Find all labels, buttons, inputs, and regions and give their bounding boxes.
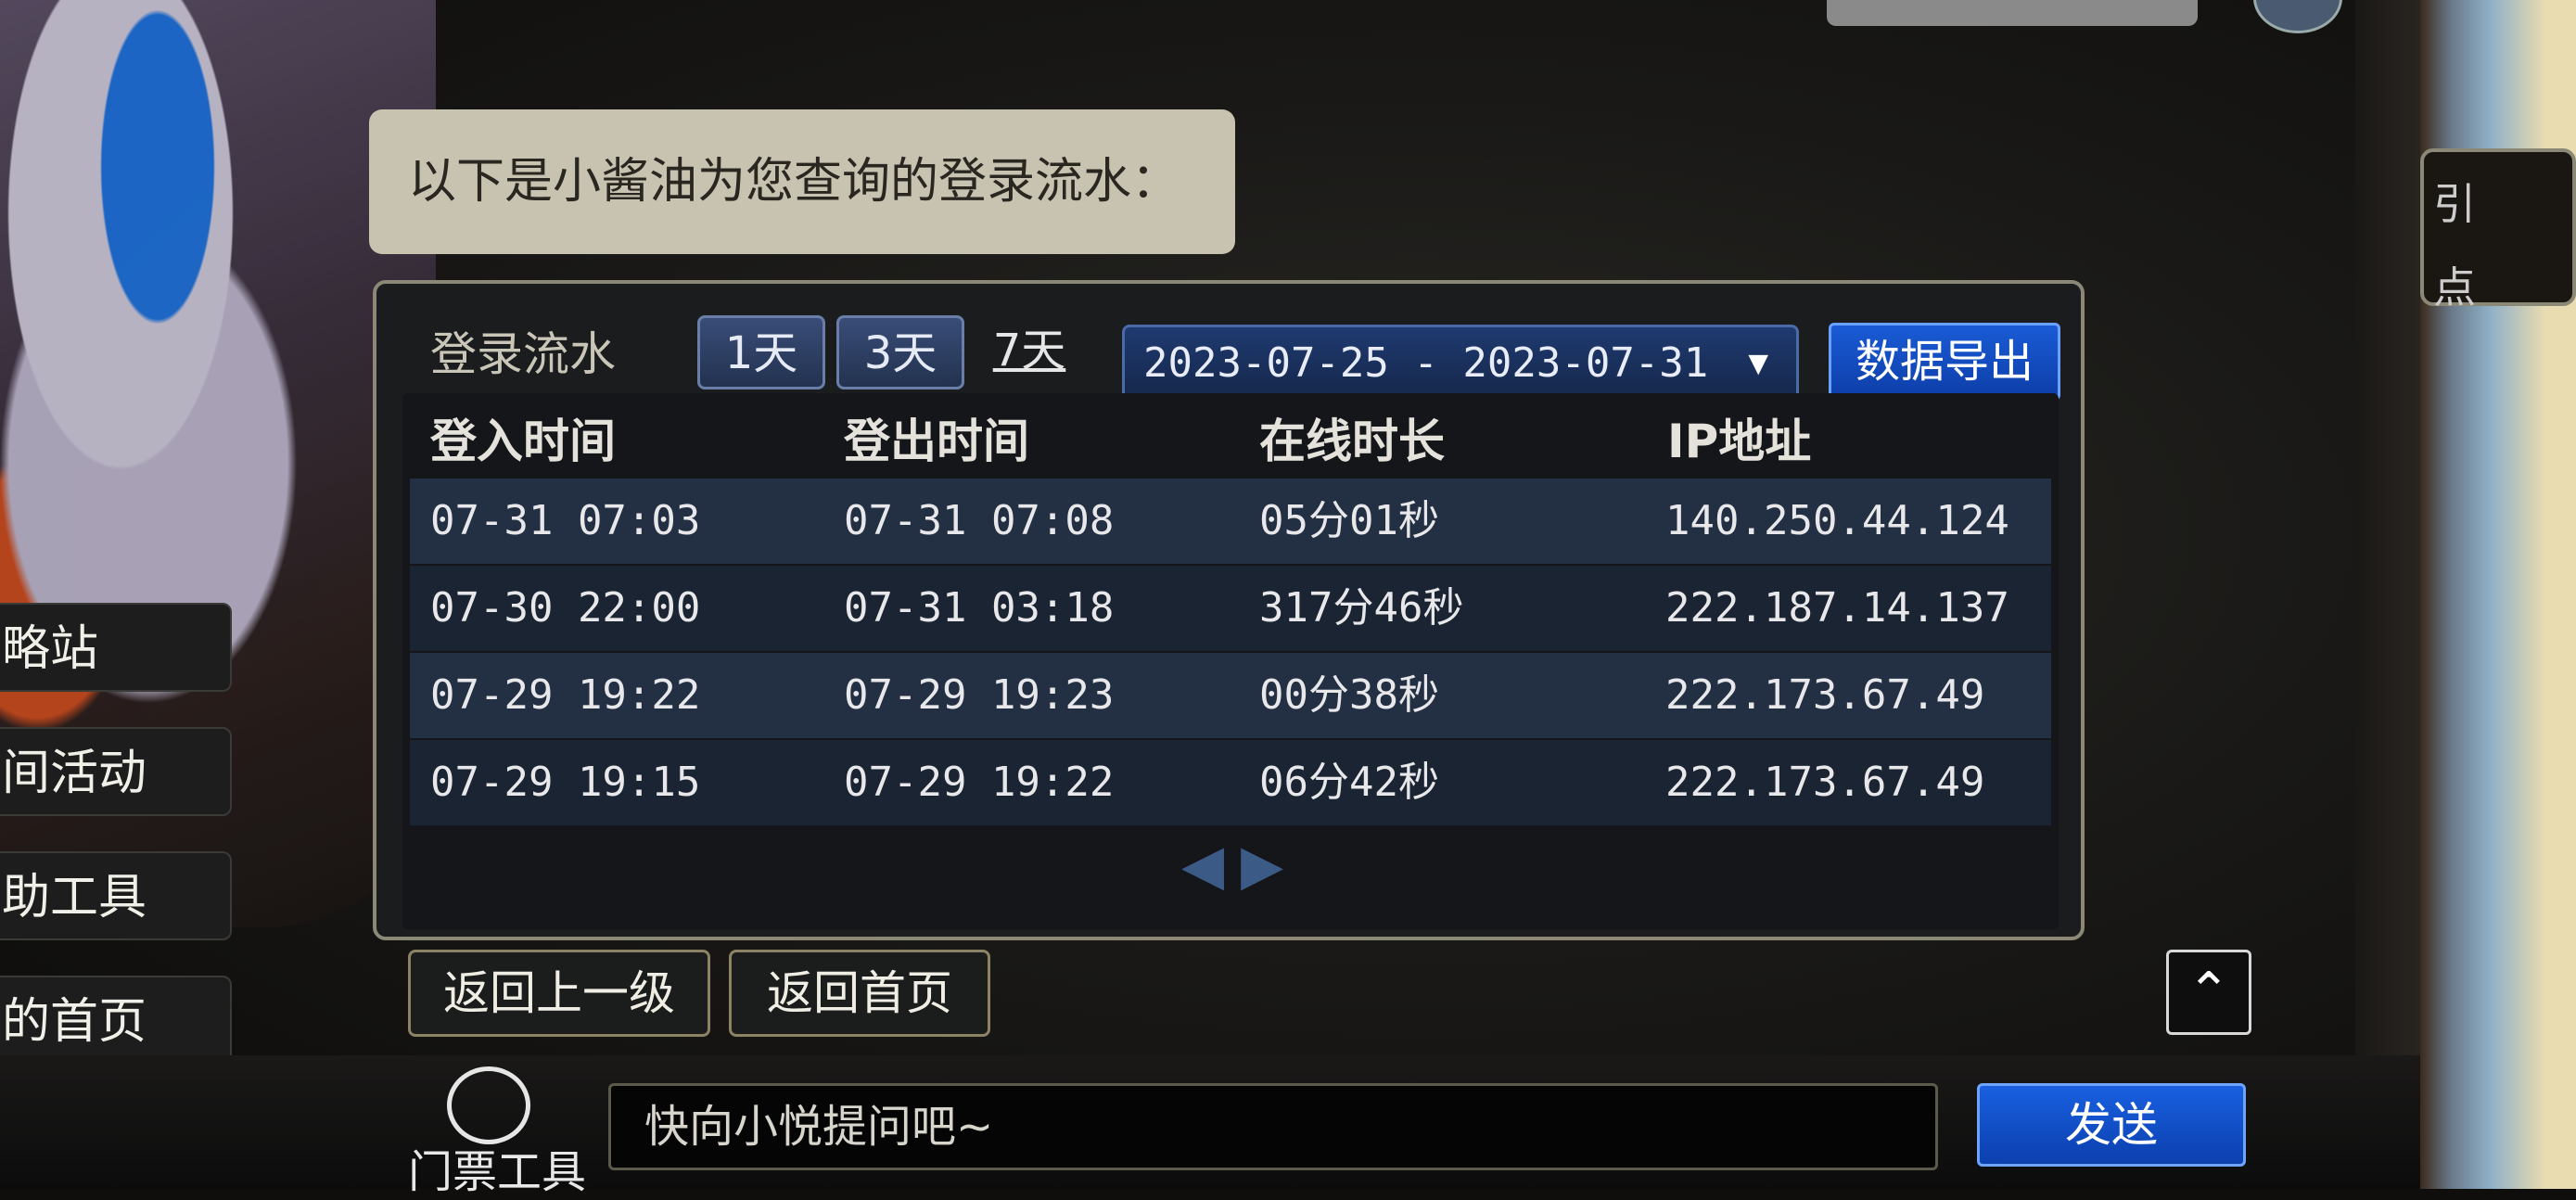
ip-address: 222.173.67.49 xyxy=(1665,759,1985,806)
right-mini-panel: 引 点 xyxy=(2420,148,2576,313)
login-time: 07-31 07:03 xyxy=(430,497,701,544)
login-record-panel: 登录流水 1天 3天 7天 2023-07-25 - 2023-07-31 ▼ … xyxy=(373,280,2085,940)
home-button[interactable]: 返回首页 xyxy=(729,950,990,1037)
back-button[interactable]: 返回上一级 xyxy=(408,950,710,1037)
online-duration: 06分42秒 xyxy=(1259,759,1439,806)
question-input[interactable] xyxy=(608,1083,1938,1170)
table-row: 07-29 19:22 07-29 19:23 00分38秒 222.173.6… xyxy=(410,653,2051,738)
login-time: 07-30 22:00 xyxy=(430,584,701,632)
login-time: 07-29 19:15 xyxy=(430,759,701,806)
column-header-login: 登入时间 xyxy=(430,415,616,468)
right-side-panel: 引 点 xyxy=(2420,0,2576,1189)
right-text-1: 引 xyxy=(2433,179,2476,229)
ticket-tool-label[interactable]: 门票工具 xyxy=(408,1135,586,1200)
assistant-message-bubble: 以下是小酱油为您查询的登录流水： xyxy=(369,109,1235,254)
top-right-bar xyxy=(1827,0,2198,26)
right-divider xyxy=(2355,0,2429,1189)
right-text-2: 点 xyxy=(2433,262,2476,313)
table-row: 07-31 07:03 07-31 07:08 05分01秒 140.250.4… xyxy=(410,479,2051,564)
logout-time: 07-31 07:08 xyxy=(844,497,1115,544)
logout-time: 07-31 03:18 xyxy=(844,584,1115,632)
online-duration: 00分38秒 xyxy=(1259,671,1439,719)
chevron-down-icon: ▼ xyxy=(1748,344,1768,382)
ip-address: 222.173.67.49 xyxy=(1665,671,1985,719)
ip-address: 222.187.14.137 xyxy=(1665,584,2009,632)
logout-time: 07-29 19:23 xyxy=(844,671,1115,719)
scroll-up-button[interactable]: ⌃ xyxy=(2166,950,2251,1035)
online-duration: 05分01秒 xyxy=(1259,497,1439,544)
column-header-ip: IP地址 xyxy=(1667,415,1812,468)
export-data-button[interactable]: 数据导出 xyxy=(1829,323,2060,401)
date-range-value: 2023-07-25 - 2023-07-31 xyxy=(1143,339,1709,387)
range-1-day-button[interactable]: 1天 xyxy=(697,315,825,389)
send-button[interactable]: 发送 xyxy=(1977,1083,2246,1167)
left-menu-item-2[interactable]: 间活动 xyxy=(0,727,232,816)
login-record-table: 登入时间 登出时间 在线时长 IP地址 07-31 07:03 07-31 07… xyxy=(402,393,2059,929)
ip-address: 140.250.44.124 xyxy=(1665,497,2009,544)
left-menu-item-4[interactable]: 的首页 xyxy=(0,976,232,1065)
column-header-logout: 登出时间 xyxy=(844,415,1029,468)
left-menu-item-3[interactable]: 助工具 xyxy=(0,851,232,940)
ticket-tool-icon[interactable] xyxy=(447,1066,530,1144)
table-row: 07-29 19:15 07-29 19:22 06分42秒 222.173.6… xyxy=(410,740,2051,825)
prev-page-icon[interactable]: ◀ xyxy=(1181,833,1224,898)
panel-header: 登录流水 1天 3天 7天 2023-07-25 - 2023-07-31 ▼ … xyxy=(389,297,2068,402)
logout-time: 07-29 19:22 xyxy=(844,759,1115,806)
date-range-select[interactable]: 2023-07-25 - 2023-07-31 ▼ xyxy=(1122,325,1799,402)
panel-title: 登录流水 xyxy=(430,327,616,381)
online-duration: 317分46秒 xyxy=(1259,584,1464,632)
range-7-day-button[interactable]: 7天 xyxy=(983,315,1076,389)
column-header-duration: 在线时长 xyxy=(1259,415,1445,468)
left-menu-item-1[interactable]: 略站 xyxy=(0,603,232,692)
login-time: 07-29 19:22 xyxy=(430,671,701,719)
next-page-icon[interactable]: ▶ xyxy=(1241,833,1283,898)
table-row: 07-30 22:00 07-31 03:18 317分46秒 222.187.… xyxy=(410,566,2051,651)
range-3-day-button[interactable]: 3天 xyxy=(836,315,964,389)
